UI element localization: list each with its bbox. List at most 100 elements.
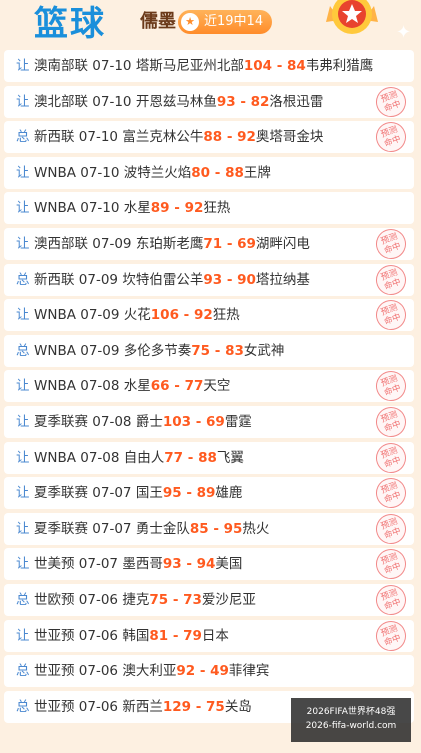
match-league: WNBA [34, 449, 76, 466]
home-team: 勇士金队 [135, 520, 190, 537]
match-score: 80 - 88 [191, 164, 244, 181]
match-text: 澳南部联 07-10 塔斯马尼亚州北部104 - 84韦弗利猎鹰 [34, 50, 373, 82]
match-date: 07-07 [92, 485, 132, 502]
match-score: 89 - 92 [150, 200, 204, 217]
match-date: 07-08 [92, 413, 132, 430]
hit-stamp-icon: 预测 命中 [371, 227, 411, 260]
match-date: 07-07 [92, 520, 132, 537]
home-team: 自由人 [123, 449, 165, 466]
list-item[interactable]: 让世美预 07-07 墨西哥93 - 94美国 预测 命中 [4, 548, 414, 581]
match-score: 71 - 69 [203, 235, 256, 252]
home-team: 墨西哥 [122, 556, 163, 573]
bet-type-label: 让 [16, 164, 30, 181]
home-team: 水星 [123, 378, 151, 395]
away-team: 女武神 [243, 342, 285, 359]
away-team: 洛根迅雷 [269, 93, 324, 110]
home-team: 新西兰 [122, 698, 163, 715]
list-item[interactable]: 让 WNBA 07-09 火花106 - 92狂热 预测 命中 [4, 299, 414, 332]
match-date: 07-09 [80, 342, 120, 359]
match-text: 世亚预 07-06 澳大利亚92 - 49菲律宾 [34, 655, 269, 687]
home-team: 坎特伯雷公羊 [122, 271, 204, 288]
away-team: 飞翼 [216, 449, 244, 466]
watermark: 2026FIFA世界杯48强 2026-fifa-world.com [291, 698, 411, 742]
list-item[interactable]: 让世亚预 07-06 韩国81 - 79日本 预测 命中 [4, 619, 414, 652]
match-league: 新西联 [34, 271, 75, 288]
away-team: 湖畔闪电 [255, 235, 310, 252]
match-league: 夏季联赛 [34, 485, 88, 502]
hit-stamp-icon: 预测 命中 [371, 299, 411, 332]
match-date: 07-09 [80, 307, 120, 324]
sparkle-icon: ✦ [396, 22, 412, 43]
match-date: 07-10 [92, 58, 132, 74]
hit-stamp-icon: 预测 命中 [371, 477, 411, 510]
bet-type-label: 让 [16, 58, 30, 74]
list-item[interactable]: 让澳西部联 07-09 东珀斯老鹰71 - 69湖畔闪电 预测 命中 [4, 227, 414, 260]
match-text: WNBA 07-08 自由人77 - 88飞翼 [34, 442, 244, 474]
away-team: 王牌 [243, 164, 271, 181]
match-league: WNBA [34, 164, 76, 181]
hit-stamp-icon: 预测 命中 [371, 583, 411, 616]
bet-type-label: 让 [16, 378, 30, 395]
list-item[interactable]: 让 WNBA 07-10 波特兰火焰80 - 88王牌 [4, 156, 414, 189]
away-team: 美国 [215, 556, 243, 573]
list-item[interactable]: 总 WNBA 07-09 多伦多节奏75 - 83女武神 [4, 334, 414, 367]
away-team: 塔拉纳基 [255, 271, 310, 288]
match-text: WNBA 07-08 水星66 - 77天空 [34, 370, 230, 402]
list-item[interactable]: 让夏季联赛 07-07 国王95 - 89雄鹿 预测 命中 [4, 477, 414, 510]
match-score: 77 - 88 [164, 449, 217, 466]
list-item[interactable]: 让 WNBA 07-08 自由人77 - 88飞翼 预测 命中 [4, 441, 414, 474]
match-league: 世美预 [34, 556, 75, 573]
match-text: 新西联 07-10 富兰克林公牛88 - 92奥塔哥金块 [34, 121, 323, 153]
match-score: 106 - 92 [150, 307, 213, 324]
match-league: 澳南部联 [34, 58, 88, 74]
away-team: 奥塔哥金块 [255, 129, 324, 146]
match-score: 75 - 83 [191, 342, 244, 359]
hit-stamp-icon: 预测 命中 [371, 512, 411, 545]
away-team: 菲律宾 [228, 663, 270, 680]
list-item[interactable]: 让 WNBA 07-10 水星89 - 92狂热 [4, 192, 414, 225]
match-score: 95 - 89 [162, 485, 216, 502]
page-title: 篮球 [34, 4, 106, 44]
home-team: 开恩兹马林鱼 [135, 93, 217, 110]
bet-type-label: 让 [16, 556, 30, 573]
match-league: WNBA [34, 307, 76, 324]
match-text: 世欧预 07-06 捷克75 - 73爱沙尼亚 [34, 584, 256, 616]
hit-stamp-icon: 预测 命中 [371, 619, 411, 652]
bet-type-label: 让 [16, 520, 30, 537]
bet-type-label: 总 [16, 129, 30, 146]
list-item[interactable]: 总新西联 07-09 坎特伯雷公羊93 - 90塔拉纳基 预测 命中 [4, 263, 414, 296]
match-text: 夏季联赛 07-07 国王95 - 89雄鹿 [34, 477, 242, 509]
list-item[interactable]: 让夏季联赛 07-08 爵士103 - 69雷霆 预测 命中 [4, 405, 414, 438]
home-team: 水星 [123, 200, 151, 217]
hit-stamp-icon: 预测 命中 [371, 263, 411, 296]
match-score: 93 - 90 [203, 271, 256, 288]
list-item[interactable]: 让 WNBA 07-08 水星66 - 77天空 预测 命中 [4, 370, 414, 403]
bet-type-label: 让 [16, 413, 30, 430]
list-item[interactable]: 让夏季联赛 07-07 勇士金队85 - 95热火 预测 命中 [4, 512, 414, 545]
list-item[interactable]: 让澳北部联 07-10 开恩兹马林鱼93 - 82洛根迅雷 预测 命中 [4, 85, 414, 118]
list-item[interactable]: 总新西联 07-10 富兰克林公牛88 - 92奥塔哥金块 预测 命中 [4, 121, 414, 154]
match-league: 世欧预 [34, 591, 75, 608]
bet-type-label: 让 [16, 449, 30, 466]
match-league: 新西联 [34, 129, 75, 146]
match-text: 新西联 07-09 坎特伯雷公羊93 - 90塔拉纳基 [34, 264, 310, 296]
match-league: 世亚预 [34, 663, 75, 680]
match-date: 07-08 [80, 378, 120, 395]
match-league: 澳北部联 [34, 93, 88, 110]
match-league: 澳西部联 [34, 235, 88, 252]
match-date: 07-06 [78, 591, 119, 608]
prediction-list: 让澳南部联 07-10 塔斯马尼亚州北部104 - 84韦弗利猎鹰让澳北部联 0… [4, 50, 414, 726]
list-item[interactable]: 总世亚预 07-06 澳大利亚92 - 49菲律宾 [4, 655, 414, 688]
match-score: 129 - 75 [162, 698, 225, 715]
expert-name[interactable]: 儒墨 [140, 10, 176, 34]
bet-type-label: 让 [16, 485, 30, 502]
list-item[interactable]: 总世欧预 07-06 捷克75 - 73爱沙尼亚 预测 命中 [4, 583, 414, 616]
match-text: 澳西部联 07-09 东珀斯老鹰71 - 69湖畔闪电 [34, 228, 310, 260]
match-date: 07-10 [80, 164, 120, 181]
list-item[interactable]: 让澳南部联 07-10 塔斯马尼亚州北部104 - 84韦弗利猎鹰 [4, 50, 414, 82]
match-text: 世亚预 07-06 新西兰129 - 75关岛 [34, 691, 252, 723]
home-team: 火花 [123, 307, 151, 324]
match-league: WNBA [34, 342, 76, 359]
match-date: 07-06 [78, 698, 119, 715]
bet-type-label: 总 [16, 663, 30, 680]
